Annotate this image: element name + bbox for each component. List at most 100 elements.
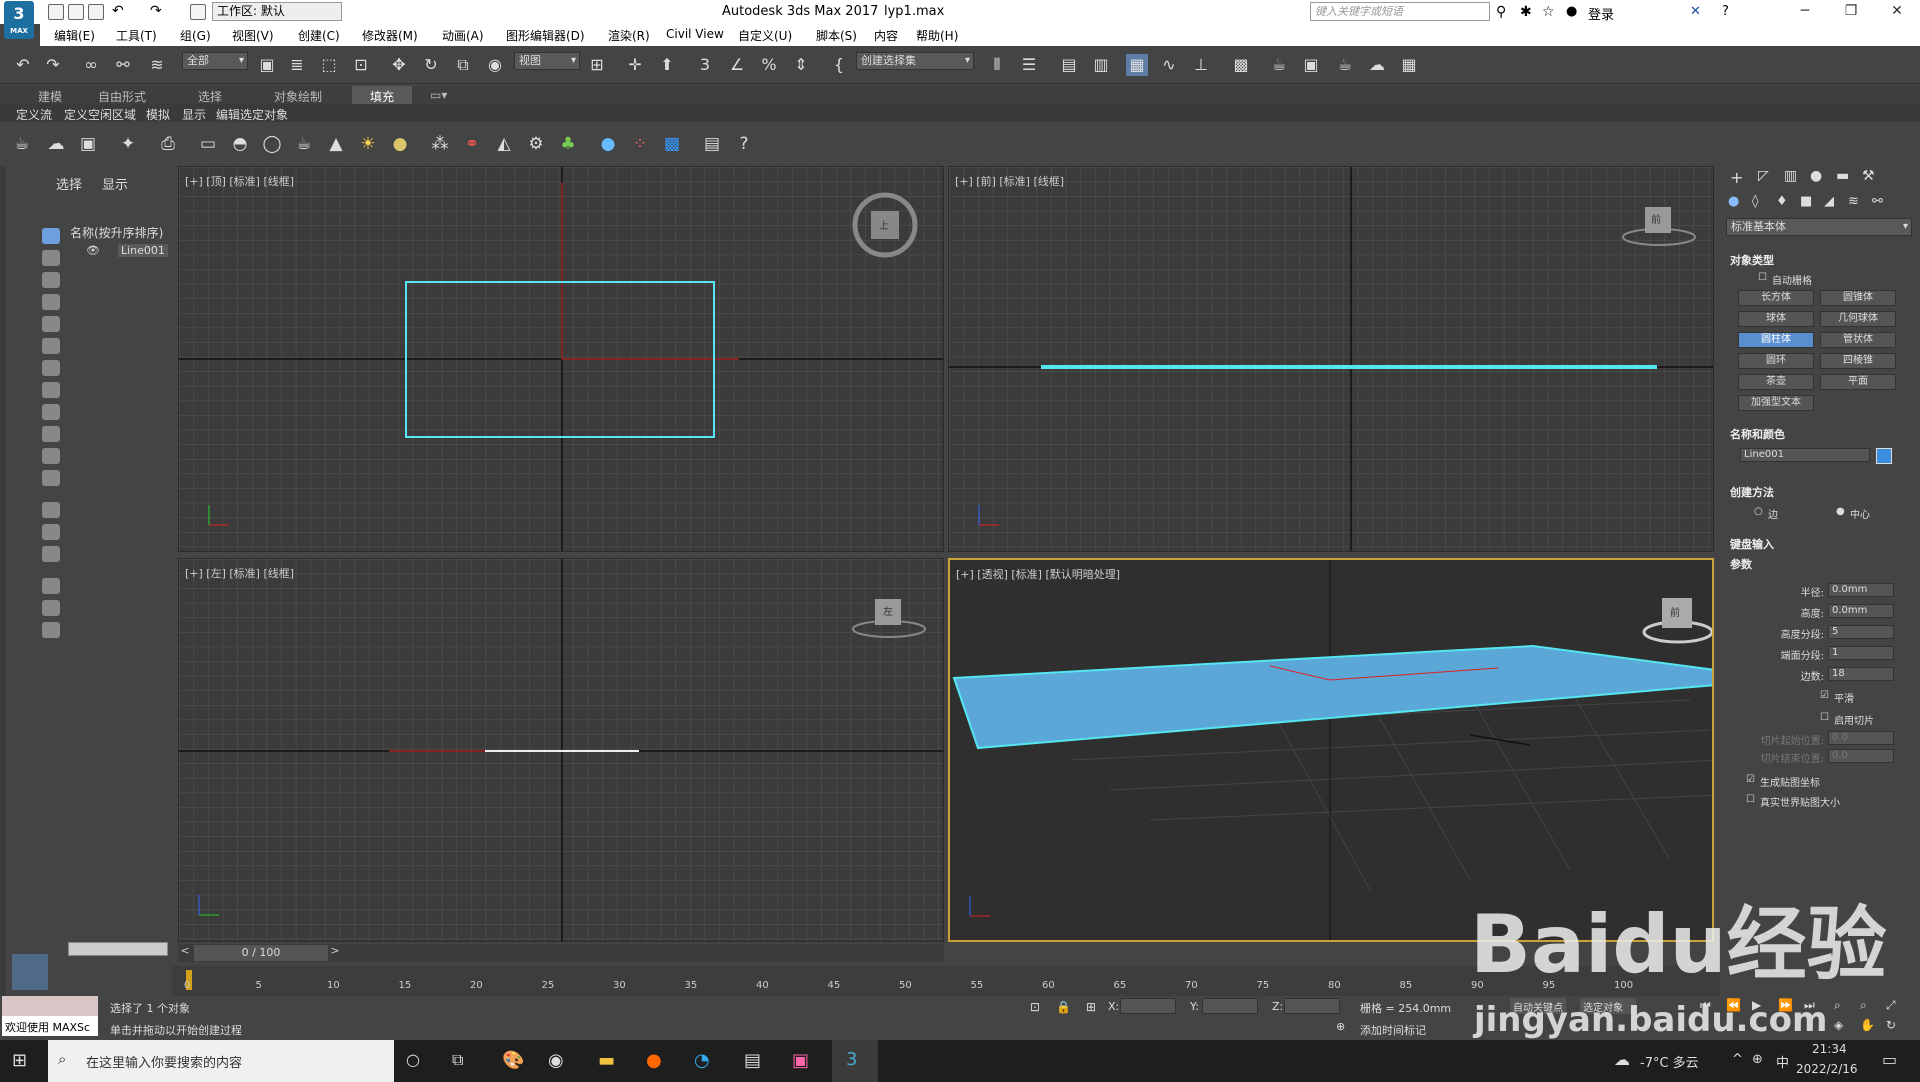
y-coord-field[interactable]	[1202, 998, 1258, 1014]
cone-icon[interactable]: ▲	[324, 133, 348, 155]
viewcube-top-face[interactable]: 上	[879, 217, 889, 232]
render-cloud-icon[interactable]: ☁	[1366, 54, 1388, 76]
save-file-icon[interactable]	[88, 4, 104, 20]
menu-tools[interactable]: 工具(T)	[116, 27, 157, 44]
creation-method-header[interactable]: 创建方法	[1730, 484, 1774, 500]
geometry-category-icon[interactable]: ●	[1728, 194, 1739, 209]
name-color-header[interactable]: 名称和颜色	[1730, 426, 1785, 442]
weather-text[interactable]: -7°C 多云	[1640, 1052, 1699, 1071]
menu-create[interactable]: 创建(C)	[298, 27, 340, 44]
panel-edit-selected[interactable]: 编辑选定对象	[216, 106, 288, 123]
select-object-icon[interactable]: ▣	[256, 54, 278, 76]
taskbar-search-input[interactable]: 在这里输入你要搜索的内容	[48, 1040, 394, 1082]
tab-selection[interactable]: 选择	[198, 88, 222, 105]
clock-date[interactable]: 2022/2/16	[1796, 1062, 1858, 1076]
tab-modeling[interactable]: 建模	[38, 88, 62, 105]
zoom-icon[interactable]: ⌕	[1834, 998, 1841, 1013]
container-filter-icon[interactable]	[42, 426, 60, 442]
group-filter-icon[interactable]	[42, 360, 60, 376]
cap-segments-spinner[interactable]: 1	[1828, 646, 1894, 660]
particles-icon[interactable]: ⁂	[428, 133, 452, 155]
pyramid-icon[interactable]: ◭	[492, 133, 516, 155]
bind-space-warp-icon[interactable]: ≋	[146, 54, 168, 76]
render-production-icon[interactable]: ☕	[1334, 54, 1356, 76]
scene-scrollbar[interactable]	[68, 942, 168, 956]
teapot-small-icon[interactable]: ☕	[292, 133, 316, 155]
viewcube-perspective-face[interactable]: 前	[1670, 604, 1680, 619]
panel-display[interactable]: 显示	[182, 106, 206, 123]
viewport-front[interactable]: [+] [前] [标准] [线框] 前	[948, 166, 1714, 552]
motion-tab-icon[interactable]: ●	[1810, 168, 1822, 184]
menu-graph-editors[interactable]: 图形编辑器(D)	[506, 27, 585, 44]
new-file-icon[interactable]	[48, 4, 64, 20]
systems-category-icon[interactable]: ⚯	[1872, 194, 1883, 209]
object-type-header[interactable]: 对象类型	[1730, 252, 1774, 268]
app-logo[interactable]: 3 MAX	[4, 1, 34, 39]
move-icon[interactable]: ✥	[388, 54, 410, 76]
display-all-icon[interactable]	[42, 502, 60, 518]
hemisphere-icon[interactable]: ◓	[228, 133, 252, 155]
height-spinner[interactable]: 0.0mm	[1828, 604, 1894, 618]
tab-object-paint[interactable]: 对象绘制	[274, 88, 322, 105]
file-explorer-icon[interactable]: ▬	[598, 1050, 615, 1071]
hidden-filter-icon[interactable]	[42, 470, 60, 486]
cameras-category-icon[interactable]: ■	[1800, 194, 1812, 209]
help-icon[interactable]: ?	[1722, 4, 1729, 19]
undo-icon[interactable]: ↶	[12, 54, 34, 76]
viewport-left[interactable]: [+] [左] [标准] [线框] 左	[178, 558, 944, 942]
gear-icon[interactable]: ⚙	[524, 133, 548, 155]
menu-views[interactable]: 视图(V)	[232, 27, 274, 44]
communication-icon[interactable]: ✱	[1520, 4, 1532, 20]
scale-icon[interactable]: ⧉	[452, 54, 474, 76]
create-tab-icon[interactable]: +	[1730, 168, 1743, 187]
viewport-layout-icon[interactable]	[12, 954, 48, 990]
rendered-frame-icon[interactable]: ▣	[1300, 54, 1322, 76]
help-search-input[interactable]: 键入关键字或短语	[1310, 2, 1490, 21]
mirror-icon[interactable]: ⫴	[986, 54, 1008, 76]
prev-frame-icon[interactable]: <	[178, 944, 192, 962]
maxscript-listener[interactable]: 欢迎使用 MAXSc	[2, 1016, 98, 1036]
modify-tab-icon[interactable]: ◸	[1758, 168, 1769, 184]
plant-icon[interactable]: ♣	[556, 133, 580, 155]
z-coord-field[interactable]	[1284, 998, 1340, 1014]
ribbon-options-icon[interactable]: ▭▾	[430, 88, 447, 102]
edge-radio[interactable]: ○	[1754, 506, 1763, 517]
slice-checkbox[interactable]: ☐	[1820, 712, 1829, 723]
tab-freeform[interactable]: 自由形式	[98, 88, 146, 105]
scene-item-line001[interactable]: Line001	[118, 244, 168, 257]
3dsmax-app-icon[interactable]: 3	[846, 1049, 857, 1070]
firefox-icon[interactable]: ●	[646, 1050, 662, 1071]
auto-grid-checkbox[interactable]: ☐	[1758, 272, 1767, 283]
help-circle-icon[interactable]: ?	[732, 133, 756, 155]
time-slider-thumb[interactable]: 0 / 100	[194, 945, 328, 961]
scene-column-header[interactable]: 名称(按升序排序)	[70, 224, 163, 241]
clock-time[interactable]: 21:34	[1812, 1042, 1847, 1056]
render-frame-icon[interactable]: ▣	[76, 133, 100, 155]
object-color-swatch[interactable]	[1876, 448, 1892, 464]
box-button[interactable]: 长方体	[1738, 290, 1814, 306]
helper-filter-icon[interactable]	[42, 316, 60, 332]
layer-icon[interactable]	[42, 622, 60, 638]
close-icon[interactable]: ✕	[1874, 0, 1920, 24]
geometry-filter-icon[interactable]	[42, 228, 60, 244]
menu-rendering[interactable]: 渲染(R)	[608, 27, 650, 44]
center-radio[interactable]: ●	[1836, 506, 1845, 517]
geosphere-button[interactable]: 几何球体	[1820, 311, 1896, 327]
spinner-snap-icon[interactable]: ⇕	[790, 54, 812, 76]
zoom-extents-icon[interactable]: ⤢	[1886, 998, 1896, 1013]
lock-selection-icon[interactable]: 🔒	[1056, 1000, 1071, 1014]
viewport-top[interactable]: [+] [顶] [标准] [线框] 上	[178, 166, 944, 552]
project-folder-icon[interactable]	[190, 4, 206, 20]
keyboard-entry-header[interactable]: 键盘输入	[1730, 536, 1774, 552]
panel-define-idle-areas[interactable]: 定义空闲区域	[64, 106, 136, 123]
pan-icon[interactable]: ✋	[1860, 1018, 1875, 1032]
absolute-mode-icon[interactable]: ⊞	[1086, 1000, 1096, 1014]
restore-icon[interactable]: ❐	[1828, 0, 1874, 24]
height-segments-spinner[interactable]: 5	[1828, 625, 1894, 639]
binoculars-icon[interactable]: ⚲	[1496, 4, 1506, 20]
autodesk-x-icon[interactable]: ✕	[1690, 4, 1701, 19]
curve-editor-icon[interactable]: ∿	[1158, 54, 1180, 76]
torus-button[interactable]: 圆环	[1738, 353, 1814, 369]
utilities-tab-icon[interactable]: ⚒	[1862, 168, 1875, 184]
menu-group[interactable]: 组(G)	[180, 27, 211, 44]
